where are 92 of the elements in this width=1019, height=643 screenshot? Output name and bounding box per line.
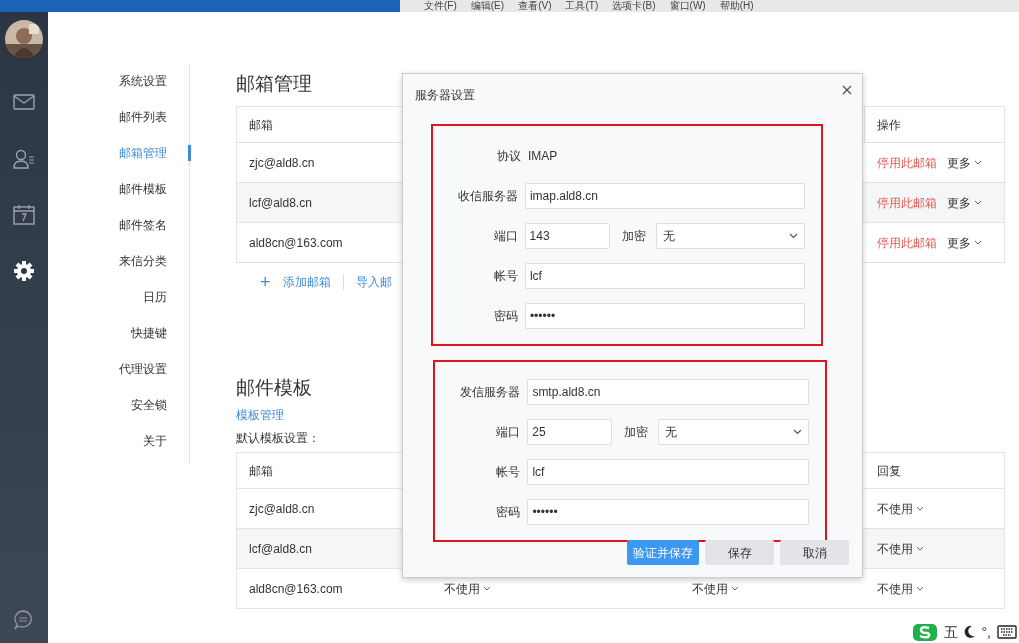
keyboard-icon[interactable]	[997, 625, 1017, 639]
text-field[interactable]: smtp.ald8.cn	[527, 379, 809, 405]
mailbox-action-link[interactable]: 添加邮箱	[282, 273, 331, 291]
caret-icon	[915, 586, 924, 593]
port-field[interactable]: 25	[527, 419, 613, 445]
field-label: 加密	[621, 228, 646, 245]
encryption-select[interactable]: 无	[655, 223, 805, 249]
email-cell: lcf@ald8.cn	[249, 541, 312, 556]
reply-dropdown[interactable]: 不使用	[876, 541, 924, 556]
text-field[interactable]: imap.ald8.cn	[524, 183, 805, 209]
column-header: 邮箱	[249, 463, 273, 478]
more-dropdown[interactable]: 更多	[946, 195, 982, 210]
settings-nav-item[interactable]: 快捷键	[131, 326, 167, 340]
settings-nav-item[interactable]: 邮箱管理	[119, 146, 167, 160]
dialog-title: 服务器设置	[414, 87, 475, 104]
menu-item[interactable]: 工具(T)	[565, 0, 599, 12]
field-label: 协议	[497, 149, 521, 163]
default-template-label: 默认模板设置：	[236, 430, 320, 447]
menu-item[interactable]: 编辑(E)	[470, 0, 505, 12]
menu-item[interactable]: 查看(V)	[518, 0, 552, 12]
more-dropdown[interactable]: 更多	[946, 155, 982, 170]
field-label: 帐号	[496, 465, 521, 479]
caret-icon	[730, 586, 739, 593]
text-field[interactable]: ••••••	[524, 303, 805, 329]
moon-icon[interactable]	[963, 625, 976, 639]
text-field[interactable]: lcf	[524, 263, 805, 289]
email-cell: zjc@ald8.cn	[249, 501, 315, 516]
menu-item[interactable]: 选项卡(B)	[612, 0, 656, 12]
reply-dropdown[interactable]: 不使用	[876, 581, 924, 596]
caret-icon	[915, 506, 924, 513]
column-header: 邮箱	[249, 117, 273, 132]
reply-dropdown[interactable]: 不使用	[876, 501, 924, 516]
field-label: 端口	[496, 425, 521, 439]
email-cell: ald8cn@163.com	[249, 235, 343, 250]
column-header: 操作	[877, 117, 901, 132]
field-label: 发信服务器	[460, 385, 521, 399]
settings-nav-item[interactable]: 来信分类	[119, 254, 167, 268]
field-label: 收信服务器	[457, 189, 518, 203]
menu-item[interactable]: 帮助(H)	[719, 0, 754, 12]
chevron-icon	[793, 429, 802, 435]
settings-nav-item[interactable]: 系统设置	[119, 74, 167, 88]
dialog-button[interactable]: 取消	[780, 540, 849, 565]
protocol-value: IMAP	[528, 148, 558, 165]
menu-item[interactable]: 窗口(W)	[669, 0, 706, 12]
settings-nav-item[interactable]: 关于	[143, 434, 167, 448]
caret-icon	[915, 546, 924, 553]
text-field[interactable]: ••••••	[527, 499, 809, 525]
field-label: 密码	[496, 505, 521, 519]
caret-icon	[973, 200, 982, 207]
reply-dropdown[interactable]: 不使用	[691, 581, 739, 596]
section-title: 邮箱管理	[236, 72, 312, 96]
chevron-icon	[789, 233, 798, 239]
calendar-icon[interactable]	[13, 204, 35, 226]
caret-icon	[973, 240, 982, 247]
menu-item[interactable]: 文件(F)	[424, 0, 457, 12]
settings-nav-item[interactable]: 安全锁	[131, 398, 167, 412]
section-title: 邮件模板	[236, 376, 312, 400]
settings-nav-item[interactable]: 邮件签名	[119, 218, 167, 232]
settings-nav-item[interactable]: 邮件列表	[119, 110, 167, 124]
disable-mailbox-link[interactable]: 停用此邮箱	[876, 155, 937, 170]
ime-status[interactable]: °,	[981, 621, 991, 643]
settings-nav-item[interactable]: 代理设置	[119, 362, 167, 376]
field-label: 帐号	[493, 269, 518, 283]
email-cell: zjc@ald8.cn	[249, 155, 315, 170]
disable-mailbox-link[interactable]: 停用此邮箱	[876, 195, 937, 210]
email-cell: lcf@ald8.cn	[249, 195, 312, 210]
ime-status[interactable]: 五	[943, 621, 958, 643]
template-manage-link[interactable]: 模板管理	[236, 408, 284, 422]
text-field[interactable]: lcf	[527, 459, 809, 485]
settings-nav-item[interactable]: 邮件模板	[119, 182, 167, 196]
reply-dropdown[interactable]: 不使用	[443, 581, 491, 596]
selection-indicator	[188, 145, 191, 161]
mailbox-action-link[interactable]: 导入邮	[355, 273, 392, 291]
settings-nav-item[interactable]: 日历	[143, 290, 167, 304]
column-header: 回复	[876, 463, 901, 478]
field-label: 端口	[493, 229, 518, 243]
port-field[interactable]: 143	[524, 223, 610, 249]
more-dropdown[interactable]: 更多	[946, 235, 982, 250]
field-label: 加密	[624, 424, 649, 441]
caret-icon	[482, 586, 491, 593]
close-icon[interactable]	[842, 85, 852, 95]
chat-icon[interactable]	[12, 609, 34, 631]
contacts-icon[interactable]	[13, 148, 35, 170]
input-method-icon[interactable]	[911, 622, 938, 642]
field-label: 密码	[493, 309, 518, 323]
email-cell: ald8cn@163.com	[249, 581, 343, 596]
encryption-select[interactable]: 无	[658, 419, 809, 445]
dialog-button[interactable]: 保存	[705, 540, 774, 565]
caret-icon	[973, 160, 982, 167]
settings-icon[interactable]	[13, 260, 35, 282]
add-icon[interactable]: +	[260, 268, 271, 296]
disable-mailbox-link[interactable]: 停用此邮箱	[876, 235, 937, 250]
